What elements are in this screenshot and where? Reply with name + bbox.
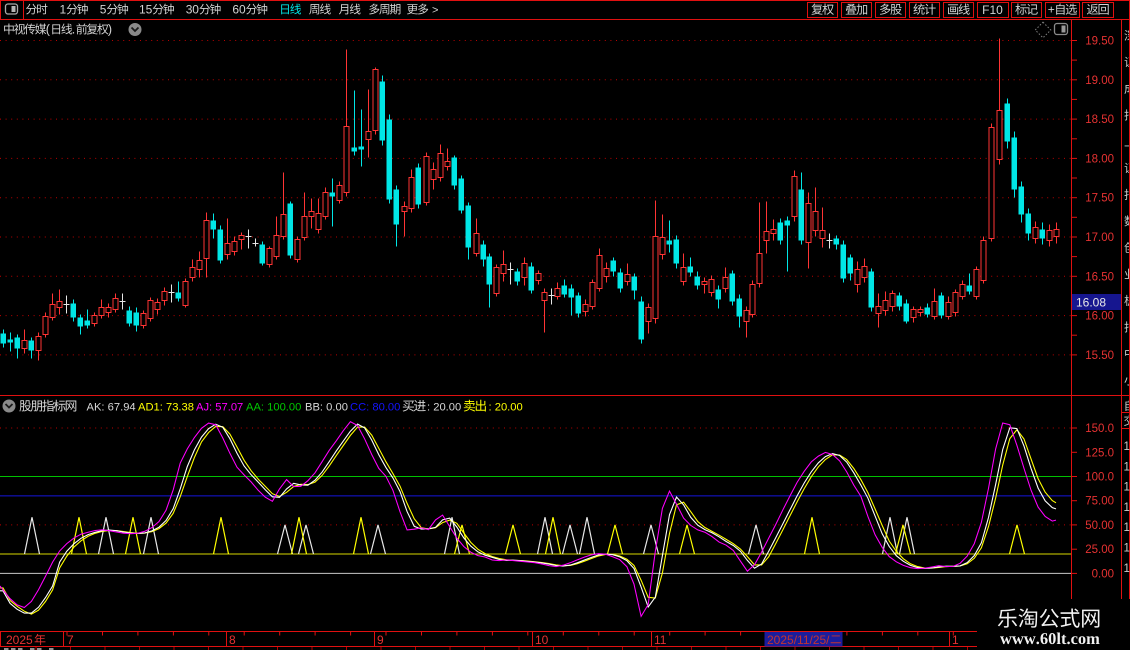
svg-text:CC: 80.00: CC: 80.00 <box>350 402 400 414</box>
svg-text:F10: F10 <box>982 3 1003 17</box>
svg-text:5: 5 <box>100 3 107 17</box>
svg-text:11: 11 <box>654 633 667 647</box>
svg-text:25.00: 25.00 <box>1085 544 1114 556</box>
svg-text:: 20.00: : 20.00 <box>427 402 461 414</box>
svg-text:1: 1 <box>1124 482 1130 494</box>
svg-text:1: 1 <box>952 633 959 647</box>
svg-text:: 20.00: : 20.00 <box>489 402 523 414</box>
svg-text:>: > <box>432 5 438 17</box>
svg-text:AK: 67.94: AK: 67.94 <box>87 402 136 414</box>
svg-text:17.50: 17.50 <box>1085 193 1114 205</box>
svg-text:1: 1 <box>60 3 67 17</box>
svg-text:19.00: 19.00 <box>1085 75 1114 87</box>
svg-text:1: 1 <box>1124 522 1130 534</box>
svg-text:1: 1 <box>1124 502 1130 514</box>
svg-text:18.50: 18.50 <box>1085 114 1114 126</box>
svg-text:17.00: 17.00 <box>1085 232 1114 244</box>
svg-text:AJ: 57.07: AJ: 57.07 <box>196 402 243 414</box>
svg-text:(: ( <box>46 23 51 37</box>
svg-text:5: 5 <box>146 3 153 17</box>
svg-text:16.50: 16.50 <box>1085 271 1114 283</box>
svg-text:0: 0 <box>239 3 246 17</box>
svg-text:1: 1 <box>1124 461 1130 473</box>
svg-text:15.50: 15.50 <box>1085 350 1114 362</box>
svg-text:10: 10 <box>535 633 549 647</box>
svg-text:7: 7 <box>67 633 74 647</box>
svg-text:16.08: 16.08 <box>1076 296 1106 310</box>
svg-text:1: 1 <box>1124 563 1130 575</box>
svg-text:2025/11/25/: 2025/11/25/ <box>767 633 830 647</box>
svg-text:BB: 0.00: BB: 0.00 <box>305 402 348 414</box>
svg-text:16.00: 16.00 <box>1085 311 1114 323</box>
svg-text:): ) <box>108 23 112 37</box>
svg-text:8: 8 <box>229 633 236 647</box>
svg-text:1: 1 <box>1124 543 1130 555</box>
svg-text:+: + <box>1048 3 1055 17</box>
svg-text:2025: 2025 <box>6 633 33 647</box>
svg-text:0: 0 <box>192 3 199 17</box>
svg-text:AD1: 73.38: AD1: 73.38 <box>138 402 194 414</box>
svg-text:50.00: 50.00 <box>1085 520 1114 532</box>
svg-text:125.0: 125.0 <box>1085 447 1114 459</box>
svg-text:.: . <box>72 23 75 37</box>
svg-text:75.00: 75.00 <box>1085 496 1114 508</box>
svg-text:100.0: 100.0 <box>1085 472 1114 484</box>
svg-text:AA: 100.00: AA: 100.00 <box>246 402 301 414</box>
svg-text:0.00: 0.00 <box>1092 568 1114 580</box>
svg-text:1: 1 <box>1124 441 1130 453</box>
svg-text:9: 9 <box>377 633 384 647</box>
svg-text:150.0: 150.0 <box>1085 423 1114 435</box>
svg-text:18.00: 18.00 <box>1085 153 1114 165</box>
svg-text:19.50: 19.50 <box>1085 36 1114 48</box>
